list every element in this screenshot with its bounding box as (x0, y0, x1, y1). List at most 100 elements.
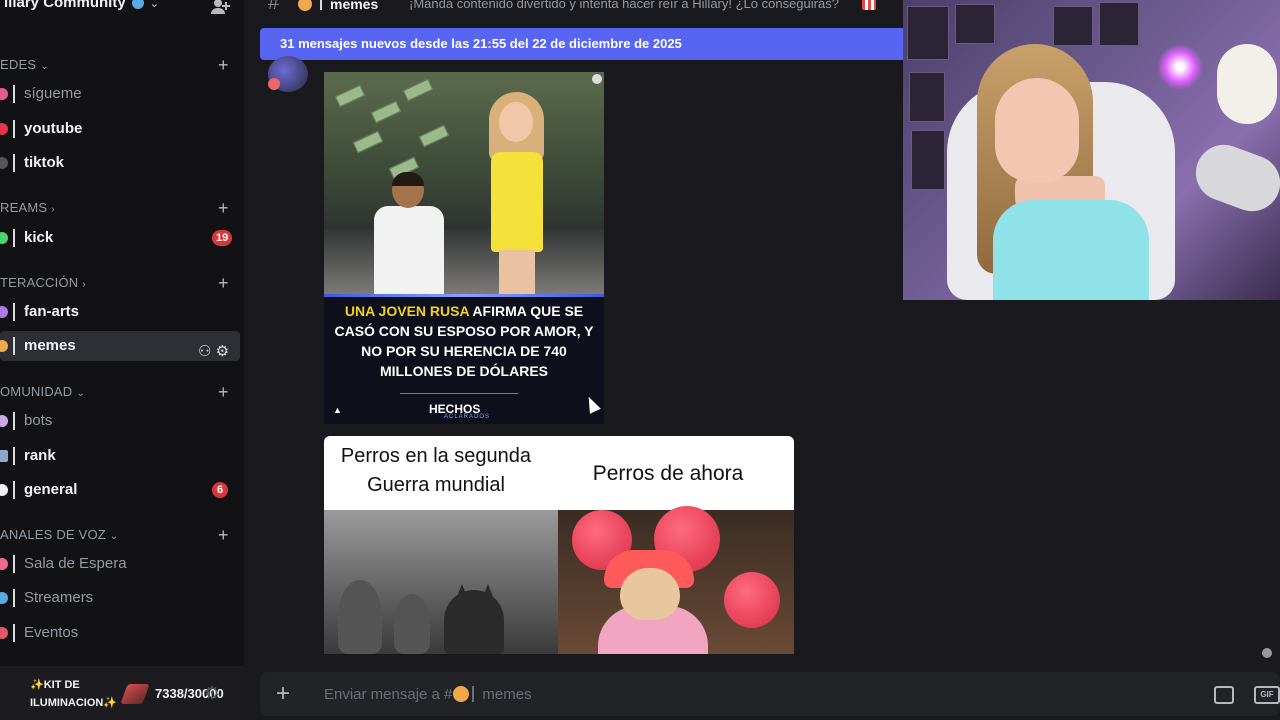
channel-topic[interactable]: ¡Manda contenido divertido y intenta hac… (409, 0, 839, 11)
kit-promo-text[interactable]: ✨KIT DE ILUMINACION✨ (30, 676, 120, 712)
chevron-down-icon: ⌄ (109, 531, 119, 542)
channel-bots[interactable]: bots (0, 406, 240, 436)
divider (13, 555, 15, 573)
meme-photo (324, 72, 604, 294)
channel-memes[interactable]: memes ⚇ ⚙ (0, 331, 240, 361)
channel-actions: ⚇ ⚙ (198, 337, 229, 367)
divider (13, 589, 15, 607)
laughing-emoji-icon (0, 340, 8, 352)
money-bill (402, 78, 434, 102)
voice-channel-streamers[interactable]: Streamers (0, 583, 240, 613)
wall-poster (1099, 2, 1139, 46)
wall-poster (907, 6, 949, 60)
divider (13, 447, 15, 465)
divider (400, 393, 518, 394)
mention-badge: 19 (212, 230, 233, 246)
chevron-right-icon: › (51, 204, 55, 215)
clock-icon (0, 558, 8, 570)
channel-kick[interactable]: kick 19 (0, 223, 240, 253)
channel-name: Streamers (24, 589, 94, 606)
meme-left-title: Perros en la segunda Guerra mundial (340, 445, 532, 496)
mention-badge: 6 (212, 482, 228, 498)
category-label: EDES (0, 57, 37, 72)
add-channel-icon[interactable]: + (218, 526, 229, 544)
gift-icon[interactable] (1214, 686, 1234, 704)
avatar-decoration (268, 78, 280, 90)
chevron-right-icon: › (82, 279, 86, 290)
calendar-icon (0, 627, 8, 639)
ring-light (1157, 44, 1203, 90)
gif-button[interactable]: GIF (1254, 686, 1280, 704)
category-label: ANALES DE VOZ (0, 527, 106, 542)
channel-name: Sala de Espera (24, 555, 127, 572)
category-interaccion[interactable]: TERACCIÓN › (0, 275, 86, 291)
category-label: REAMS (0, 200, 48, 215)
invite-icon[interactable]: ⚇ (198, 343, 211, 360)
person-icon: ▲ (333, 405, 342, 415)
divider (13, 229, 15, 247)
rocket-icon (0, 88, 8, 100)
divider (13, 120, 15, 138)
money-bill (334, 84, 366, 108)
face (499, 102, 533, 142)
popcorn-icon (862, 0, 876, 10)
channel-name: Eventos (24, 624, 79, 641)
channel-name: fan-arts (24, 303, 80, 320)
divider (320, 0, 322, 10)
channel-sigueme[interactable]: sígueme (0, 79, 240, 109)
meme-image-2[interactable]: Perros en la segunda Guerra mundial Perr… (324, 436, 794, 654)
heart-icon (0, 123, 8, 135)
voice-channel-eventos[interactable]: Eventos (0, 618, 240, 648)
placeholder-prefix: Enviar mensaje a # (324, 686, 453, 703)
add-channel-icon[interactable]: + (218, 199, 229, 217)
channel-rank[interactable]: rank (0, 441, 240, 471)
add-user-icon[interactable] (210, 0, 230, 14)
channel-tiktok[interactable]: tiktok (0, 148, 240, 178)
channel-general[interactable]: general 6 (0, 475, 240, 505)
voice-channel-sala[interactable]: Sala de Espera (0, 549, 240, 579)
dog (444, 590, 504, 654)
gear-icon[interactable]: ⚙ (216, 343, 229, 360)
channel-name: kick (24, 229, 54, 246)
channel-youtube[interactable]: youtube (0, 114, 240, 144)
palette-icon (0, 306, 8, 318)
divider (13, 481, 15, 499)
attach-plus-icon[interactable]: + (276, 679, 290, 709)
category-canales-de-voz[interactable]: ANALES DE VOZ ⌄ (0, 527, 119, 543)
meme-right-title: Perros de ahora (592, 462, 744, 485)
streamer-face (995, 78, 1079, 182)
woman-figure (479, 92, 554, 294)
category-streams[interactable]: REAMS › (0, 200, 55, 216)
message-input[interactable]: Enviar mensaje a # memes (324, 686, 532, 703)
hair (392, 172, 424, 186)
emoji-icon[interactable] (1262, 648, 1272, 658)
category-comunidad[interactable]: OMUNIDAD ⌄ (0, 384, 85, 400)
category-label: TERACCIÓN (0, 275, 79, 290)
channel-name: sígueme (24, 85, 82, 102)
yellow-dress (491, 152, 543, 252)
server-title[interactable]: illary Community ⌄ (4, 0, 159, 11)
settings-gear-icon[interactable]: ⚙ (204, 683, 220, 704)
logo-subtext: ACLARADOS (444, 414, 491, 420)
diamond-icon (0, 592, 8, 604)
add-channel-icon[interactable]: + (218, 274, 229, 292)
lightbulb-icon (592, 74, 602, 84)
category-redes[interactable]: EDES ⌄ (0, 57, 49, 73)
wall-poster (909, 72, 945, 122)
divider (472, 686, 475, 702)
channel-fan-arts[interactable]: fan-arts (0, 297, 240, 327)
new-messages-bar[interactable]: 31 mensajes nuevos desde las 21:55 del 2… (260, 28, 910, 60)
speech-bubble-icon (0, 484, 8, 496)
chihuahua-face (620, 568, 680, 620)
streamer-top (993, 200, 1149, 300)
soldier (394, 594, 430, 654)
legs (499, 250, 535, 294)
channel-title: memes (330, 0, 379, 12)
pompom (724, 572, 780, 628)
white-outfit (374, 206, 444, 294)
channel-name: tiktok (24, 154, 65, 171)
meme-image-1[interactable]: UNA JOVEN RUSA AFIRMA QUE SE CASÓ CON SU… (324, 72, 604, 424)
add-channel-icon[interactable]: + (218, 56, 229, 74)
add-channel-icon[interactable]: + (218, 383, 229, 401)
man-figure (374, 172, 444, 294)
